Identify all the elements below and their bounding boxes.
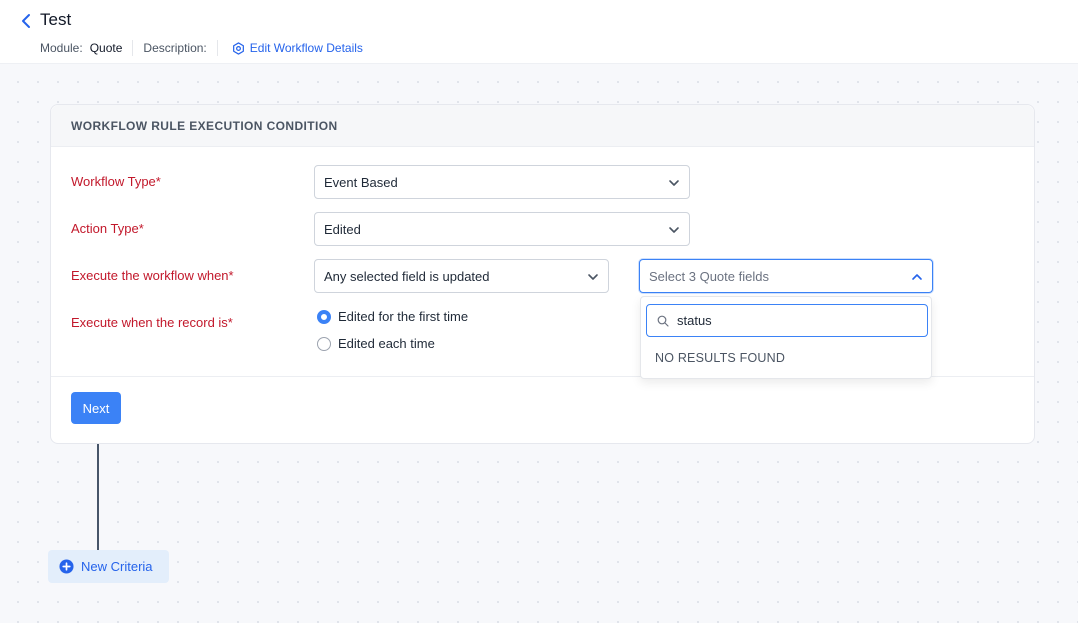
page-header: Test Module: Quote Description: Edit Wor…: [0, 0, 1078, 64]
description-label: Description:: [143, 41, 207, 55]
module-label: Module:: [40, 41, 83, 55]
radio-label: Edited each time: [338, 336, 435, 351]
action-type-label: Action Type*: [71, 221, 144, 236]
edit-workflow-details-label: Edit Workflow Details: [249, 41, 363, 55]
chevron-down-icon: [669, 180, 679, 186]
dropdown-search-input[interactable]: [677, 313, 907, 328]
quote-fields-placeholder: Select 3 Quote fields: [649, 268, 769, 284]
workflow-type-select[interactable]: Event Based: [314, 165, 690, 199]
radio-button[interactable]: [317, 336, 331, 351]
record-is-label: Execute when the record is*: [71, 315, 233, 330]
chevron-up-icon: [912, 274, 922, 280]
meta-divider: [216, 40, 218, 56]
radio-edited-first-time[interactable]: Edited for the first time: [317, 309, 468, 324]
new-criteria-label: New Criteria: [81, 559, 153, 574]
card-heading: WORKFLOW RULE EXECUTION CONDITION: [51, 105, 1034, 147]
workflow-meta: Module: Quote Description: Edit Workflow…: [40, 40, 363, 56]
radio-button-checked[interactable]: [317, 309, 331, 324]
gear-icon: [232, 41, 244, 55]
chevron-down-icon: [588, 274, 598, 280]
execution-condition-card: WORKFLOW RULE EXECUTION CONDITION Workfl…: [50, 104, 1035, 444]
workflow-type-label: Workflow Type*: [71, 174, 161, 189]
flow-connector: [97, 444, 99, 550]
new-criteria-button[interactable]: New Criteria: [48, 550, 169, 583]
action-type-select[interactable]: Edited: [314, 212, 690, 246]
next-button[interactable]: Next: [71, 392, 121, 424]
module-value: Quote: [89, 41, 123, 55]
meta-divider: [132, 40, 134, 56]
action-type-value: Edited: [324, 221, 361, 237]
radio-edited-each-time[interactable]: Edited each time: [317, 336, 435, 351]
chevron-left-icon[interactable]: [19, 12, 35, 30]
execute-when-select[interactable]: Any selected field is updated: [314, 259, 609, 293]
plus-circle-icon: [59, 559, 74, 574]
quote-fields-dropdown: NO RESULTS FOUND: [640, 296, 932, 379]
no-results-text: NO RESULTS FOUND: [655, 351, 786, 365]
execute-when-value: Any selected field is updated: [324, 268, 490, 284]
workflow-type-value: Event Based: [324, 174, 398, 190]
page-title: Test: [40, 10, 72, 29]
execute-when-label: Execute the workflow when*: [71, 268, 234, 283]
radio-label: Edited for the first time: [338, 309, 469, 324]
dropdown-search[interactable]: [646, 304, 928, 337]
search-icon: [657, 315, 669, 327]
chevron-down-icon: [669, 227, 679, 233]
edit-workflow-details-link[interactable]: Edit Workflow Details: [232, 41, 363, 55]
quote-fields-select[interactable]: Select 3 Quote fields: [639, 259, 933, 293]
